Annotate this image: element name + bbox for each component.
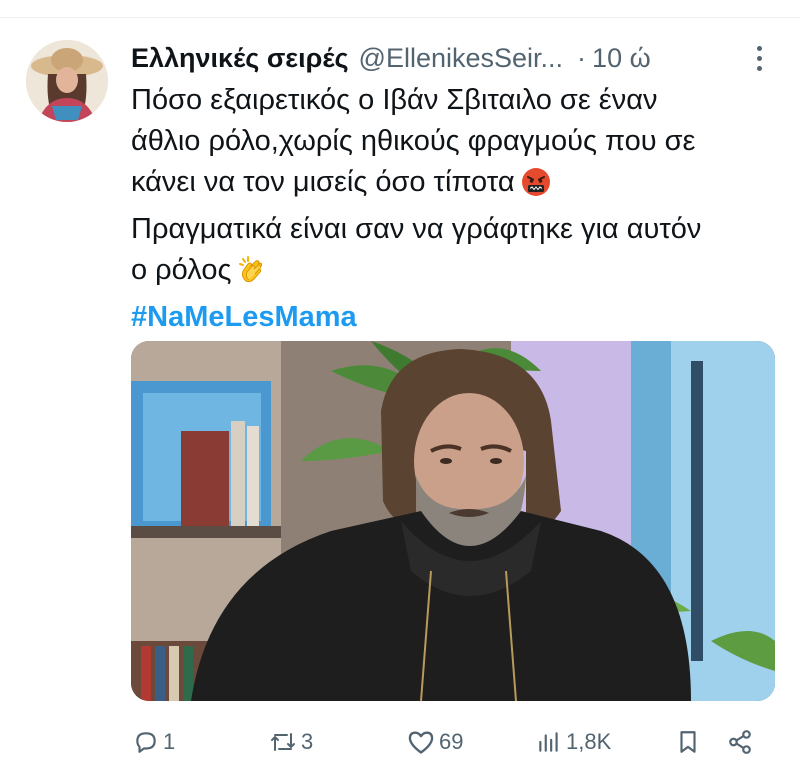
tweet-timestamp[interactable]: 10 ώ bbox=[592, 43, 651, 74]
top-divider bbox=[0, 17, 800, 18]
reply-count: 1 bbox=[163, 729, 176, 754]
reply-button[interactable]: 1 bbox=[133, 722, 175, 762]
angry-face-emoji bbox=[521, 167, 551, 209]
share-icon bbox=[727, 729, 753, 755]
tweet-text: Πόσο εξαιρετικός ο Ιβάν Σβιταιλο σε έναν… bbox=[131, 80, 781, 338]
more-dot bbox=[756, 45, 762, 51]
tweet-text-line: άθλιο ρόλο,χωρίς ηθικούς φραγμούς που σε bbox=[131, 125, 696, 157]
tweet-text-line: κάνει να τον μισείς όσο τίποτα bbox=[131, 162, 781, 209]
more-dot bbox=[756, 55, 762, 61]
reply-icon bbox=[133, 729, 159, 755]
avatar[interactable] bbox=[26, 40, 108, 122]
tweet-header: Ελληνικές σειρές @EllenikesSeir... · 10 … bbox=[131, 38, 771, 78]
author-handle[interactable]: @EllenikesSeir... bbox=[359, 43, 564, 74]
author-display-name[interactable]: Ελληνικές σειρές bbox=[131, 43, 349, 74]
tweet-text-line: Πόσο εξαιρετικός ο Ιβάν Σβιταιλο σε έναν bbox=[131, 84, 658, 116]
tweet-text-line: Πραγματικά είναι σαν να γράφτηκε για αυτ… bbox=[131, 213, 702, 245]
view-count: 1,8K bbox=[566, 729, 612, 754]
hashtag-link[interactable]: #NaMeLesMama bbox=[131, 297, 781, 338]
repost-count: 3 bbox=[301, 729, 314, 754]
bookmark-button[interactable] bbox=[676, 722, 700, 762]
more-options-button[interactable] bbox=[748, 40, 770, 76]
tweet-action-bar: 1 3 69 1,8K bbox=[131, 722, 771, 762]
dot-separator: · bbox=[577, 42, 587, 73]
tweet-text-line: ο ρόλος bbox=[131, 250, 781, 297]
like-count: 69 bbox=[439, 729, 464, 754]
repost-button[interactable]: 3 bbox=[269, 722, 313, 762]
heart-icon bbox=[407, 729, 435, 755]
more-dot bbox=[756, 65, 762, 71]
views-button[interactable]: 1,8K bbox=[536, 722, 611, 762]
share-button[interactable] bbox=[727, 722, 753, 762]
bookmark-icon bbox=[676, 729, 700, 755]
repost-icon bbox=[269, 729, 297, 755]
like-button[interactable]: 69 bbox=[407, 722, 463, 762]
tweet-media-photo[interactable] bbox=[131, 341, 775, 701]
clapping-hands-emoji bbox=[237, 255, 267, 297]
views-bar-chart-icon bbox=[536, 729, 562, 755]
